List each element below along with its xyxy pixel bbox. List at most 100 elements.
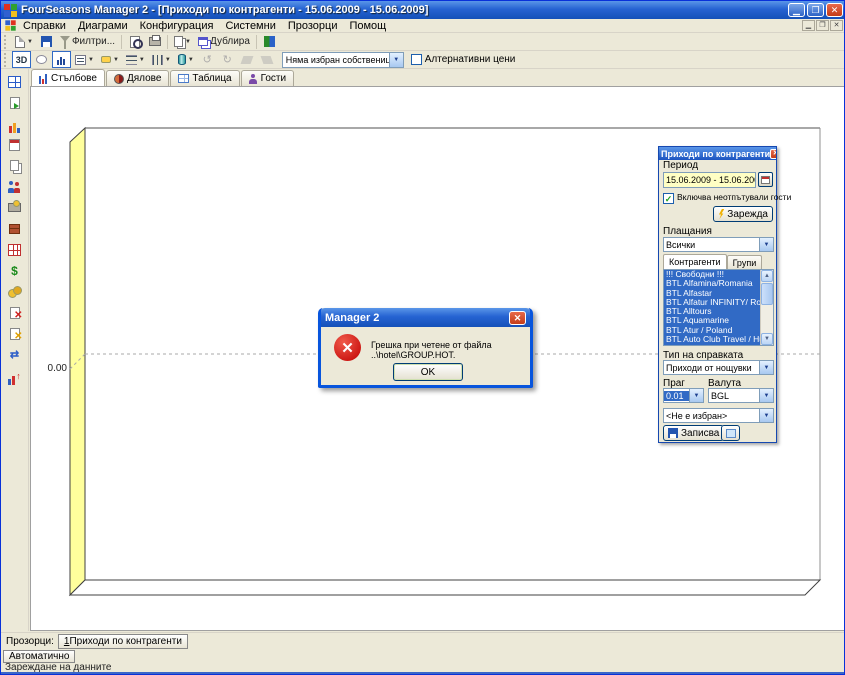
list-item[interactable]: BTL Atur / Poland <box>664 326 760 335</box>
panel-close-icon[interactable]: ✕ <box>770 149 776 159</box>
checkbox-box[interactable] <box>411 54 422 65</box>
payments-combo[interactable]: Всички ▼ <box>663 237 774 252</box>
list-item[interactable]: !!! Свободни !!! <box>664 270 760 279</box>
bar-style-button[interactable] <box>52 51 71 68</box>
print-button[interactable] <box>145 33 164 50</box>
close-button[interactable]: ✕ <box>826 3 843 17</box>
checkbox-checked-icon[interactable]: ✓ <box>663 193 674 204</box>
ok-button[interactable]: OK <box>393 363 463 381</box>
mdi-restore-button[interactable]: ❐ <box>816 20 829 31</box>
tab-guests[interactable]: Гости <box>241 70 294 86</box>
depth-right-button[interactable] <box>258 51 277 68</box>
print-preview-button[interactable] <box>125 33 144 50</box>
marks-button[interactable]: ▼ <box>98 51 122 68</box>
chevron-down-icon[interactable]: ▼ <box>689 389 703 402</box>
scroll-thumb[interactable] <box>761 283 773 305</box>
menu-system[interactable]: Системни <box>219 20 281 32</box>
chevron-down-icon[interactable]: ▼ <box>759 409 773 422</box>
list-item[interactable] <box>664 344 760 345</box>
list-item[interactable]: BTL Alfatur INFINITY/ Romani <box>664 298 760 307</box>
depth-left-button[interactable] <box>238 51 257 68</box>
duplicate-button[interactable]: Дублира <box>195 33 253 50</box>
list-item[interactable]: BTL Auto Club Travel / Hunga <box>664 335 760 344</box>
transfer-button[interactable]: ⇄ <box>5 346 25 363</box>
rotate-cw-button[interactable]: ↻ <box>218 51 237 68</box>
rotate-chart-button[interactable] <box>32 51 51 68</box>
save-report-button[interactable]: Записва <box>663 425 724 441</box>
minimize-button[interactable]: ▁ <box>788 3 805 17</box>
menu-help[interactable]: Помощ <box>343 20 392 32</box>
room-plan-button[interactable] <box>5 73 25 90</box>
menu-diagrams[interactable]: Диаграми <box>72 20 134 32</box>
dialog-close-icon[interactable]: ✕ <box>509 311 526 325</box>
window-tab-button[interactable]: 1 Приходи по контрагенти <box>58 634 188 649</box>
mdi-close-button[interactable]: ✕ <box>830 20 843 31</box>
owner-combo[interactable]: Няма избран собственици ▼ <box>282 52 404 68</box>
scroll-down-icon[interactable]: ▼ <box>761 333 773 345</box>
tab-table[interactable]: Таблица <box>170 70 239 86</box>
restore-button[interactable]: ❐ <box>807 3 824 17</box>
report-stats-button[interactable]: ↑ <box>5 367 25 384</box>
3d-toggle-button[interactable]: 3D <box>12 51 31 68</box>
menu-reports[interactable]: Справки <box>17 20 72 32</box>
new-report-button[interactable]: ▼ <box>12 33 36 50</box>
payments-button[interactable] <box>5 283 25 300</box>
report-type-combo[interactable]: Приходи от нощувки ▼ <box>663 360 774 375</box>
chevron-down-icon[interactable]: ▼ <box>759 361 773 374</box>
save-button[interactable] <box>37 33 56 50</box>
load-button[interactable]: Зарежда <box>713 206 773 222</box>
charts-button[interactable] <box>5 115 25 132</box>
vertical-grid-button[interactable]: ▼ <box>149 51 174 68</box>
series-style-button[interactable]: ▼ <box>175 51 197 68</box>
cash-drawer-button[interactable] <box>5 199 25 216</box>
chevron-down-icon[interactable]: ▼ <box>759 389 773 402</box>
menu-configuration[interactable]: Конфигурация <box>134 20 220 32</box>
currency-combo[interactable]: BGL ▼ <box>708 388 774 403</box>
legend-button[interactable]: ▼ <box>72 51 97 68</box>
chevron-down-icon[interactable]: ▼ <box>759 238 773 251</box>
dialog-title-bar[interactable]: Manager 2 ✕ <box>321 308 530 327</box>
filters-button[interactable]: Филтри... <box>57 33 118 50</box>
export-icon <box>264 36 275 47</box>
calendar-copy-button[interactable] <box>5 157 25 174</box>
period-label: Период <box>663 160 698 171</box>
alternative-prices-checkbox[interactable]: Алтернативни цени <box>411 54 516 65</box>
calendar-picker-button[interactable] <box>758 172 773 187</box>
copy-button[interactable]: ▼ <box>171 33 194 50</box>
chevron-down-icon[interactable]: ▼ <box>389 53 403 67</box>
list-scrollbar[interactable]: ▲ ▼ <box>760 270 773 345</box>
list-item[interactable]: BTL Aquamarine <box>664 316 760 325</box>
void-yellow-button[interactable]: ✕ <box>5 325 25 342</box>
tab-pie[interactable]: Дялове <box>106 70 169 86</box>
currency-button[interactable]: $ <box>5 262 25 279</box>
menu-windows[interactable]: Прозорци <box>282 20 344 32</box>
horizontal-grid-button[interactable]: ▼ <box>123 51 148 68</box>
tab-counterparties[interactable]: Контрагенти <box>663 254 727 269</box>
void-red-button[interactable]: ✕ <box>5 304 25 321</box>
table-view-button[interactable] <box>721 425 740 441</box>
error-icon: ✕ <box>334 334 361 361</box>
storage-box-icon <box>9 224 20 234</box>
owner-select-combo[interactable]: <Не е избран> ▼ <box>663 408 774 423</box>
list-item[interactable]: BTL Alfastar <box>664 289 760 298</box>
tab-groups[interactable]: Групи <box>727 255 763 269</box>
occupancy-button[interactable] <box>5 241 25 258</box>
tab-bars[interactable]: Стълбове <box>31 69 105 86</box>
calendar-button[interactable] <box>5 136 25 153</box>
guests-button[interactable] <box>5 178 25 195</box>
payments-label: Плащания <box>663 226 712 237</box>
toolbar-grip[interactable] <box>4 35 8 49</box>
toolbar-grip[interactable] <box>4 53 8 67</box>
include-guests-checkbox[interactable]: ✓ Включва неотпътували гости <box>663 193 791 204</box>
document-exchange-button[interactable] <box>5 94 25 111</box>
list-item[interactable]: BTL Alltours <box>664 307 760 316</box>
period-field[interactable]: 15.06.2009 - 15.06.2009 <box>663 172 756 188</box>
rotate-ccw-button[interactable]: ↺ <box>198 51 217 68</box>
mdi-minimize-button[interactable]: ▁ <box>802 20 815 31</box>
export-button[interactable] <box>260 33 279 50</box>
panel-title-bar[interactable]: Приходи по контрагенти ✕ <box>659 147 776 160</box>
scroll-up-icon[interactable]: ▲ <box>761 270 773 282</box>
threshold-combo[interactable]: 0.01 ▼ <box>663 388 704 403</box>
storage-button[interactable] <box>5 220 25 237</box>
list-item[interactable]: BTL Alfamina/Romania <box>664 279 760 288</box>
